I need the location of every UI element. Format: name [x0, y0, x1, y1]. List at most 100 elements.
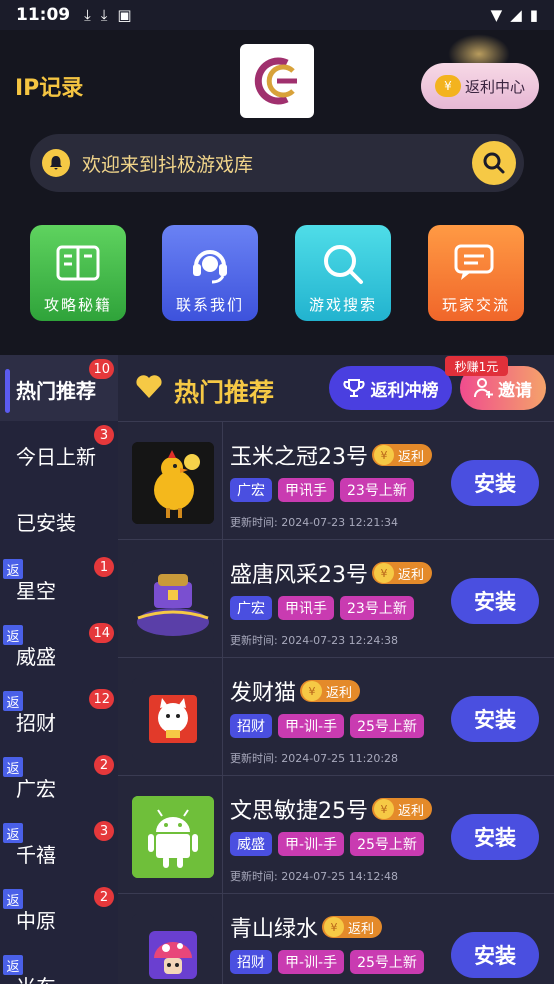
rebate-center-button[interactable]: ¥ 返利中心 [421, 63, 539, 109]
bell-icon [42, 149, 70, 177]
game-thumbnail-android [132, 796, 214, 878]
tag: 25号上新 [350, 714, 424, 738]
update-time: 更新时间: 2024-07-25 11:20:28 [230, 752, 399, 765]
install-button[interactable]: 安装 [451, 460, 539, 506]
game-title: 发财猫 ¥ 返利 [230, 675, 361, 707]
sidebar-item-today[interactable]: 今日上新 3 [0, 421, 118, 487]
row-divider [222, 540, 223, 658]
sidebar-item-hot[interactable]: 热门推荐 10 [0, 355, 118, 421]
search-bar[interactable]: 欢迎来到抖极游戏库 [30, 134, 524, 192]
tag: 威盛 [230, 832, 272, 856]
shortcut-label: 攻略秘籍 [43, 296, 112, 314]
invite-label: 邀请 [498, 380, 532, 401]
headset-icon [185, 240, 235, 288]
rebate-center-label: 返利中心 [464, 77, 525, 96]
rebate-tag: ¥ 返利 [372, 444, 433, 466]
game-title: 文思敏捷25号 ¥ 返利 [230, 793, 433, 825]
count-badge: 10 [89, 359, 114, 379]
install-button[interactable]: 安装 [451, 814, 539, 860]
rebate-rank-button[interactable]: 返利冲榜 [329, 366, 452, 410]
tag: 招财 [230, 714, 272, 738]
install-button[interactable]: 安装 [451, 932, 539, 978]
shortcut-search[interactable]: 游戏搜索 [295, 225, 391, 321]
count-badge: 2 [94, 755, 114, 775]
ip-record-link[interactable]: IP记录 [15, 70, 83, 102]
sidebar: 热门推荐 10 今日上新 3 已安装 返 星空 1 返 威盛 14 返 招财 1… [0, 355, 118, 984]
add-user-icon [474, 378, 493, 398]
rebate-rank-label: 返利冲榜 [370, 380, 439, 401]
search-button[interactable] [472, 141, 516, 185]
row-divider [222, 776, 223, 894]
game-row[interactable]: 文思敏捷25号 ¥ 返利 威盛 甲-训-手 25号上新 更新时间: 2024-07… [118, 775, 554, 894]
game-row[interactable]: 玉米之冠23号 ¥ 返利 广宏 甲讯手 23号上新 更新时间: 2024-07-2… [118, 421, 554, 540]
install-button[interactable]: 安装 [451, 696, 539, 742]
status-bar: 11:09 ⤓ ⤓ ▣ ▼ ◢ ▮ [0, 0, 554, 30]
sidebar-item-zhaocai[interactable]: 返 招财 12 [0, 685, 118, 751]
sidebar-item-qianxi[interactable]: 返 千禧 3 [0, 817, 118, 883]
row-divider [222, 422, 223, 540]
count-badge: 14 [89, 623, 114, 643]
row-divider [222, 658, 223, 776]
status-time: 11:09 [16, 5, 71, 25]
shortcut-label: 联系我们 [175, 296, 244, 314]
coin-icon: ¥ [434, 75, 461, 97]
count-badge: 3 [94, 821, 114, 841]
shortcut-chat[interactable]: 玩家交流 [428, 225, 524, 321]
tag: 广宏 [230, 478, 272, 502]
main-content: 热门推荐 返利冲榜 邀请 秒赚1元 玉米之冠23号 ¥ 返利 广宏 甲讯手 23号… [118, 355, 554, 984]
rebate-tag: ¥ 返利 [300, 680, 361, 702]
app-notification-icon: ▣ [117, 6, 132, 24]
sidebar-item-installed[interactable]: 已安装 [0, 487, 118, 553]
book-icon [53, 240, 103, 288]
tag: 甲-训-手 [278, 714, 345, 738]
game-thumbnail-chicken [132, 442, 214, 524]
tag: 25号上新 [350, 950, 424, 974]
game-row[interactable]: 盛唐风采23号 ¥ 返利 广宏 甲讯手 23号上新 更新时间: 2024-07-2… [118, 539, 554, 658]
tag: 23号上新 [340, 596, 414, 620]
game-tags: 广宏 甲讯手 23号上新 [230, 478, 414, 502]
count-badge: 3 [94, 425, 114, 445]
signal-icon: ◢ [510, 6, 522, 24]
game-thumbnail-chest [132, 560, 214, 642]
sidebar-item-xingkong[interactable]: 返 星空 1 [0, 553, 118, 619]
section-header: 热门推荐 返利冲榜 邀请 秒赚1元 [118, 355, 554, 421]
count-badge: 1 [94, 557, 114, 577]
shortcut-label: 玩家交流 [441, 296, 510, 314]
game-title: 青山绿水 ¥ 返利 [230, 911, 383, 943]
game-thumbnail-cat [132, 678, 214, 760]
section-title: 热门推荐 [174, 378, 275, 407]
sidebar-item-guanghong[interactable]: 返 广宏 2 [0, 751, 118, 817]
sidebar-item-midong[interactable]: 返 米东 [0, 949, 118, 984]
rebate-tag: ¥ 返利 [322, 916, 383, 938]
shortcut-guide[interactable]: 攻略秘籍 [30, 225, 126, 321]
tag: 甲-训-手 [278, 832, 345, 856]
heart-icon [136, 375, 162, 398]
tag: 25号上新 [350, 832, 424, 856]
download-icon: ⤓ [84, 6, 91, 24]
search-placeholder: 欢迎来到抖极游戏库 [82, 153, 254, 176]
update-time: 更新时间: 2024-07-23 12:21:34 [230, 516, 399, 529]
game-row[interactable]: 青山绿水 ¥ 返利 招财 甲-训-手 25号上新 安装 [118, 893, 554, 984]
game-title: 玉米之冠23号 ¥ 返利 [230, 439, 433, 471]
update-time: 更新时间: 2024-07-25 14:12:48 [230, 870, 399, 883]
search-icon [318, 240, 368, 288]
sidebar-item-weisheng[interactable]: 返 威盛 14 [0, 619, 118, 685]
game-row[interactable]: 发财猫 ¥ 返利 招财 甲-训-手 25号上新 更新时间: 2024-07-25 … [118, 657, 554, 776]
shortcut-label: 游戏搜索 [308, 296, 377, 314]
download-icon: ⤓ [100, 6, 108, 24]
rebate-tag: ¥ 返利 [372, 562, 433, 584]
app-logo [240, 44, 314, 118]
game-tags: 招财 甲-训-手 25号上新 [230, 714, 424, 738]
logo-icon [254, 57, 297, 105]
sidebar-item-zhongyuan[interactable]: 返 中原 2 [0, 883, 118, 949]
tag: 23号上新 [340, 478, 414, 502]
game-tags: 威盛 甲-训-手 25号上新 [230, 832, 424, 856]
rebate-tag: ¥ 返利 [372, 798, 433, 820]
game-title: 盛唐风采23号 ¥ 返利 [230, 557, 433, 589]
header: IP记录 ¥ 返利中心 欢迎来到抖极游戏库 攻略秘籍 联系我们 游戏搜索 玩家交… [0, 30, 554, 355]
active-indicator [5, 369, 10, 413]
install-button[interactable]: 安装 [451, 578, 539, 624]
wifi-icon: ▼ [490, 6, 503, 24]
tag: 甲讯手 [278, 596, 334, 620]
shortcut-contact[interactable]: 联系我们 [162, 225, 258, 321]
